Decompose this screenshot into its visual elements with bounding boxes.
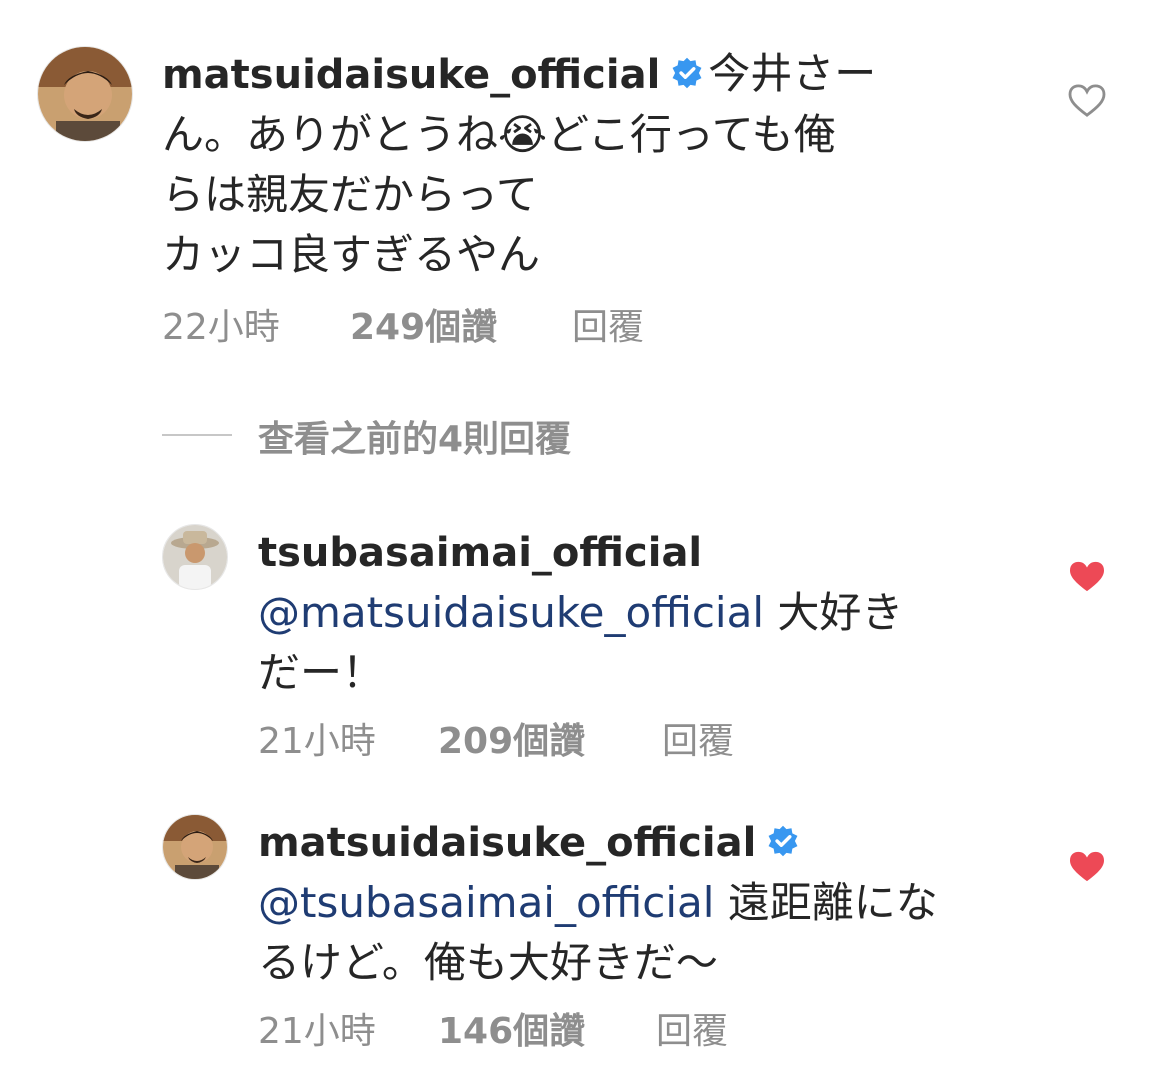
heart-outline-icon[interactable] bbox=[1068, 84, 1106, 118]
mention-link[interactable]: @tsubasaimai_official bbox=[258, 878, 714, 927]
comment-text-line: 大好き bbox=[764, 588, 904, 637]
comment-username[interactable]: tsubasaimai_official bbox=[258, 530, 702, 576]
comment-text-line: だー！ bbox=[258, 648, 385, 697]
comments-thread: matsuidaisuke_official 今井さー ん。ありがとうね😭どこ行… bbox=[0, 0, 1170, 1078]
avatar-matsuidaisuke[interactable] bbox=[37, 46, 133, 142]
reply-button[interactable]: 回覆 bbox=[662, 712, 734, 764]
comment-time: 21小時 bbox=[258, 721, 376, 762]
reply-comment: tsubasaimai_official @matsuidaisuke_offi… bbox=[258, 522, 1018, 703]
heart-filled-icon[interactable] bbox=[1068, 850, 1106, 884]
comment-text-line: ん。ありがとうね😭どこ行っても俺 bbox=[162, 110, 836, 159]
mention-link[interactable]: @matsuidaisuke_official bbox=[258, 588, 764, 637]
avatar-photo bbox=[163, 815, 227, 879]
avatar-photo bbox=[163, 525, 227, 589]
reply-button[interactable]: 回覆 bbox=[656, 1002, 728, 1054]
reply-button[interactable]: 回覆 bbox=[572, 298, 644, 350]
comment-text-line: カッコ良すぎるやん bbox=[162, 230, 541, 279]
heart-filled-icon[interactable] bbox=[1068, 560, 1106, 594]
comment-text-line: 遠距離にな bbox=[714, 878, 938, 927]
comment-meta: 22小時 249個讚 回覆 bbox=[162, 298, 762, 348]
main-comment: matsuidaisuke_official 今井さー ん。ありがとうね😭どこ行… bbox=[162, 44, 1022, 285]
avatar-tsubasaimai[interactable] bbox=[162, 524, 228, 590]
comment-text-line: らは親友だからって bbox=[162, 170, 538, 219]
verified-badge-icon bbox=[672, 57, 702, 89]
comment-time: 22小時 bbox=[162, 307, 280, 348]
comment-text-line: 今井さー bbox=[708, 49, 877, 98]
comment-likes[interactable]: 209個讚 bbox=[438, 712, 585, 764]
comment-text-line: るけど。俺も大好きだ〜 bbox=[258, 938, 718, 987]
comment-meta: 21小時 146個讚 回覆 bbox=[258, 1002, 858, 1052]
view-previous-replies-button[interactable]: 查看之前的4則回覆 bbox=[162, 410, 662, 460]
comment-time: 21小時 bbox=[258, 1011, 376, 1052]
reply-comment: matsuidaisuke_official @tsubasaimai_offi… bbox=[258, 812, 1018, 993]
divider-line bbox=[162, 434, 232, 436]
view-replies-label: 查看之前的4則回覆 bbox=[258, 419, 572, 460]
verified-badge-icon bbox=[768, 825, 798, 857]
avatar-matsuidaisuke[interactable] bbox=[162, 814, 228, 880]
comment-username[interactable]: matsuidaisuke_official bbox=[162, 52, 660, 98]
avatar-photo bbox=[38, 47, 132, 141]
comment-username[interactable]: matsuidaisuke_official bbox=[258, 820, 756, 866]
comment-likes[interactable]: 146個讚 bbox=[438, 1002, 585, 1054]
comment-likes[interactable]: 249個讚 bbox=[350, 298, 497, 350]
comment-meta: 21小時 209個讚 回覆 bbox=[258, 712, 858, 762]
